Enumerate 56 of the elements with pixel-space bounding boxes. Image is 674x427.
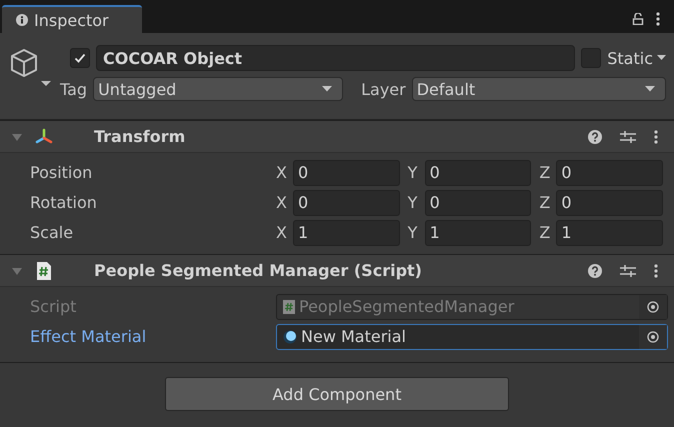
number-field[interactable]: 0 [556, 190, 664, 216]
check-icon [73, 51, 87, 65]
object-field[interactable]: New Material [276, 324, 668, 350]
static-dropdown[interactable]: Static [607, 48, 666, 68]
axis-label: Z [539, 193, 552, 212]
property-label: Script [30, 297, 78, 316]
axis-label: X [276, 163, 288, 182]
add-component-button[interactable]: Add Component [165, 377, 509, 411]
axis-label: Y [408, 223, 418, 242]
number-field[interactable]: 0 [293, 160, 400, 186]
help-icon[interactable] [588, 264, 602, 278]
number-field[interactable]: 0 [424, 160, 532, 186]
object-picker-button[interactable] [639, 324, 667, 348]
property-label: Effect Material [30, 327, 148, 346]
inspector-tab[interactable]: Inspector [2, 5, 142, 33]
name-field[interactable]: COCOAR Object [96, 45, 576, 71]
help-icon[interactable] [588, 130, 602, 144]
axis-label: X [276, 193, 288, 212]
property-label: Position [30, 163, 94, 182]
script-icon [283, 300, 295, 314]
number-field[interactable]: 1 [424, 220, 532, 246]
axis-label: X [276, 223, 288, 242]
tag-label: Tag [60, 80, 88, 98]
property-label: Scale [30, 223, 74, 242]
caret-icon [657, 55, 666, 61]
number-field[interactable]: 1 [293, 220, 400, 246]
axes-icon [34, 128, 54, 146]
axis-label: Z [539, 223, 552, 242]
number-field[interactable]: 0 [556, 160, 664, 186]
number-field[interactable]: 0 [424, 190, 532, 216]
more-icon[interactable] [656, 12, 660, 26]
caret-icon [645, 86, 655, 92]
layer-label: Layer [361, 80, 406, 98]
preset-icon[interactable] [620, 130, 636, 144]
number-field[interactable]: 0 [293, 190, 400, 216]
number-field[interactable]: 1 [556, 220, 664, 246]
info-icon [16, 14, 28, 26]
lock-icon[interactable] [632, 12, 644, 24]
active-checkbox[interactable] [70, 48, 90, 68]
axis-label: Z [539, 163, 552, 182]
tag-dropdown[interactable]: Untagged [93, 77, 344, 101]
component-header[interactable]: Transform [0, 120, 674, 153]
more-icon[interactable] [654, 264, 658, 278]
more-icon[interactable] [654, 130, 658, 144]
target-icon [647, 300, 659, 312]
axis-label: Y [408, 163, 418, 182]
property-label: Rotation [30, 193, 98, 212]
component-header[interactable]: People Segmented Manager (Script) [0, 254, 674, 287]
preset-icon[interactable] [620, 264, 636, 278]
layer-dropdown[interactable]: Default [412, 77, 666, 101]
caret-icon [322, 86, 332, 92]
axis-label: Y [408, 193, 418, 212]
target-icon [647, 330, 659, 342]
script-icon [34, 260, 54, 280]
static-checkbox[interactable] [581, 48, 602, 68]
material-icon [283, 330, 297, 344]
